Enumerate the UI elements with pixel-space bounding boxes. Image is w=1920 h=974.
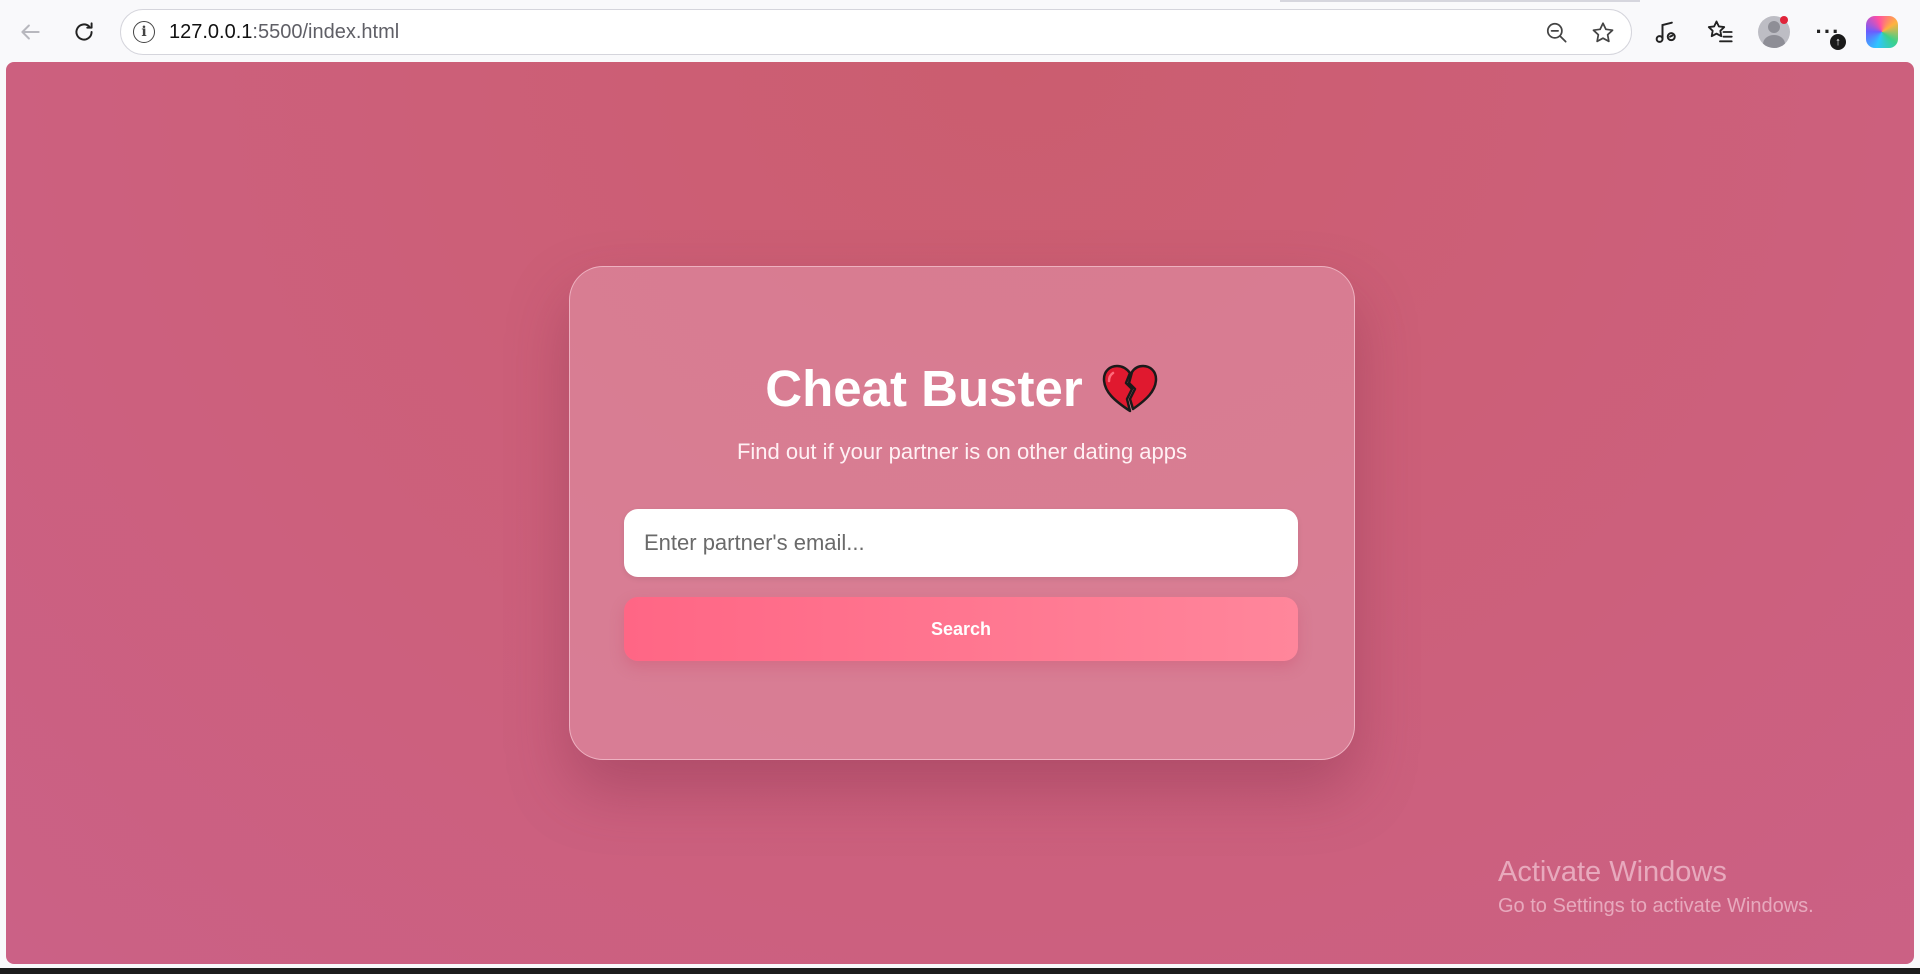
reload-icon [75, 22, 93, 41]
more-button[interactable]: ··· ↑ [1808, 12, 1848, 52]
page-subtitle: Find out if your partner is on other dat… [736, 439, 1188, 464]
watermark-subtitle: Go to Settings to activate Windows. [1498, 895, 1814, 917]
broken-heart-icon [1101, 363, 1159, 415]
back-arrow-icon [21, 24, 40, 40]
favorite-button[interactable] [1587, 17, 1619, 49]
title-row: Cheat Buster [570, 359, 1354, 418]
reload-button[interactable] [66, 14, 102, 50]
watermark-title: Activate Windows [1498, 856, 1727, 888]
tab-strip-edge [1280, 0, 1640, 2]
taskbar-edge [0, 968, 1920, 974]
favorites-list-icon [1707, 20, 1733, 43]
url-host: 127.0.0.1 [169, 20, 253, 43]
partner-email-input[interactable] [624, 509, 1298, 577]
search-card: Cheat Buster Find out if your partner is… [569, 266, 1355, 760]
profile-button[interactable] [1754, 12, 1794, 52]
zoom-out-icon [1546, 22, 1567, 43]
page-viewport: Cheat Buster Find out if your partner is… [6, 62, 1914, 964]
search-button[interactable]: Search [624, 597, 1298, 661]
page-title: Cheat Buster [765, 360, 1083, 417]
favorite-star-icon [1592, 22, 1614, 43]
browser-toolbar: i 127.0.0.1:5500/index.html ··· ↑ [0, 0, 1920, 62]
site-info-icon[interactable]: i [133, 21, 155, 43]
copilot-icon [1866, 16, 1898, 48]
address-bar[interactable]: i 127.0.0.1:5500/index.html [120, 9, 1632, 55]
url-path: :5500/index.html [252, 20, 400, 43]
activate-windows-watermark: Activate Windows Go to Settings to activ… [1498, 856, 1814, 918]
back-button[interactable] [12, 14, 48, 50]
media-control-button[interactable] [1646, 12, 1686, 52]
update-badge-icon: ↑ [1830, 34, 1846, 50]
copilot-button[interactable] [1862, 12, 1902, 52]
notification-dot [1780, 16, 1788, 24]
media-icon [1655, 21, 1676, 43]
url-text[interactable]: 127.0.0.1:5500/index.html [169, 21, 399, 44]
zoom-out-button[interactable] [1541, 17, 1573, 49]
favorites-button[interactable] [1700, 12, 1740, 52]
